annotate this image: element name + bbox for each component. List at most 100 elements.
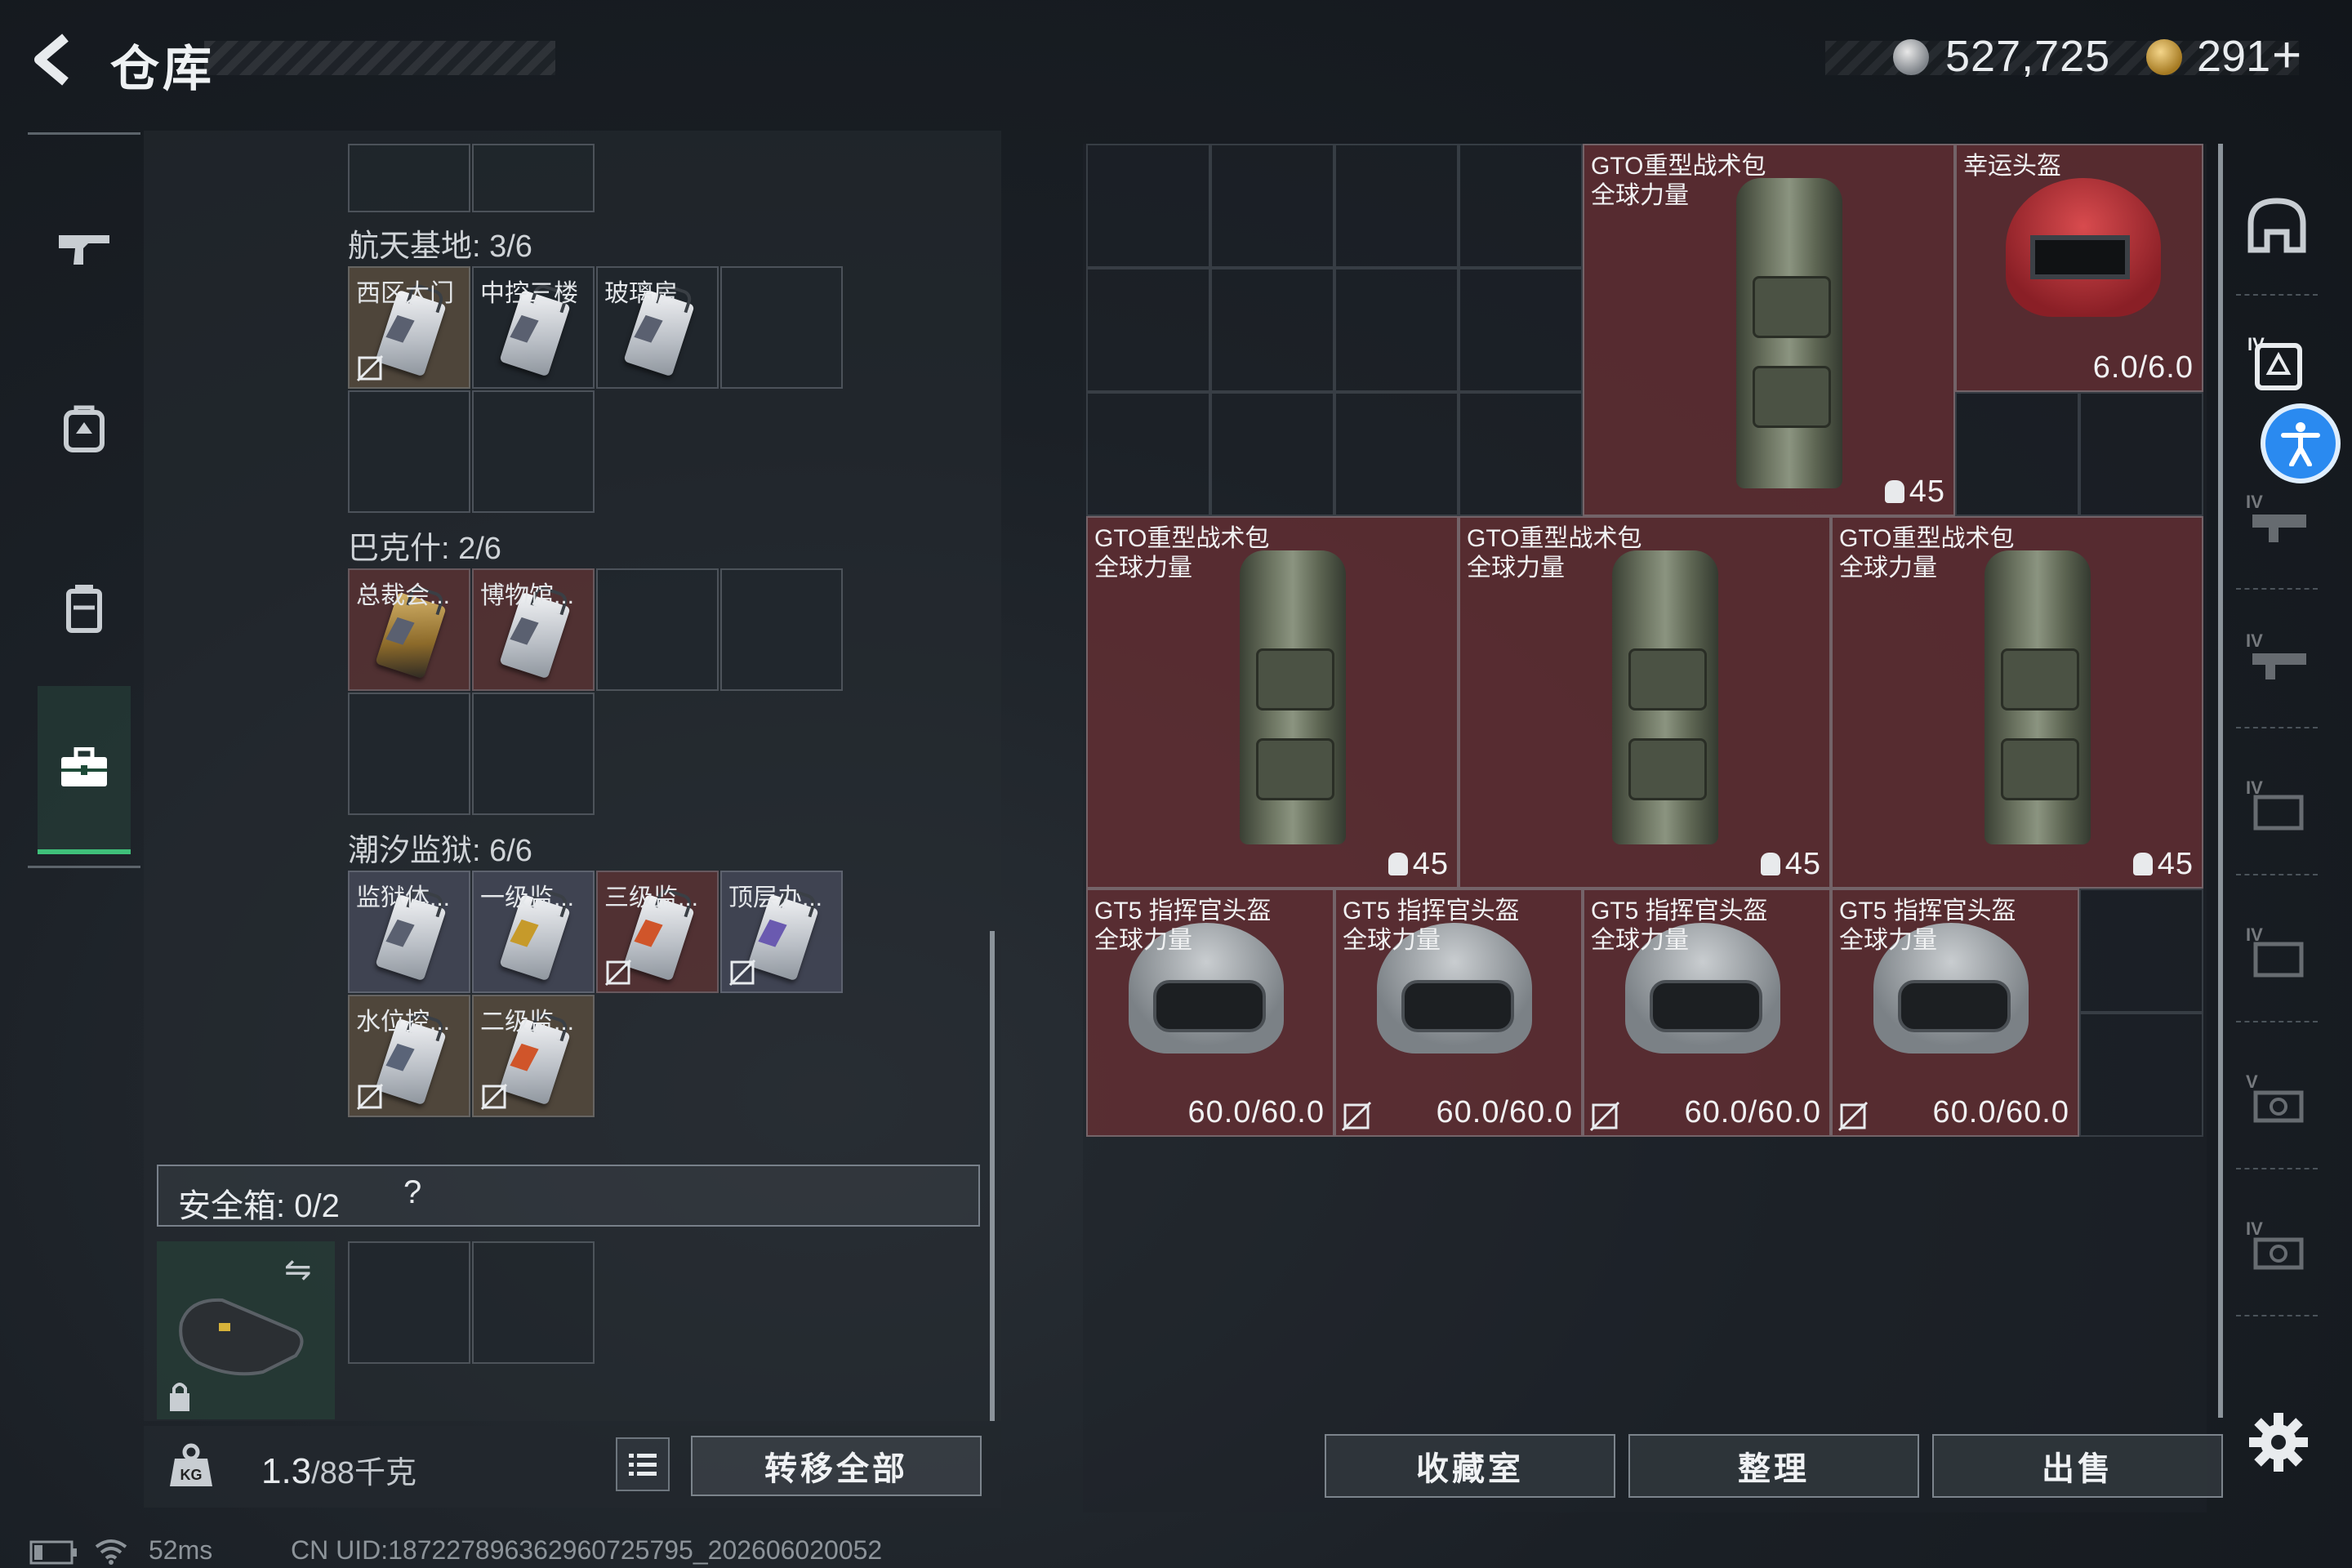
key-slot[interactable] [472, 390, 595, 513]
grid-cell[interactable] [1334, 392, 1459, 516]
weight-capacity: /88千克 [311, 1456, 416, 1490]
page-title: 仓库 [110, 42, 215, 96]
nav-divider [2236, 1315, 2318, 1318]
nav-vest[interactable] [38, 547, 131, 670]
nav-weapons[interactable] [38, 188, 131, 310]
collection-room-button[interactable]: 收藏室 [1325, 1434, 1615, 1498]
weight-readout: 1.3/88千克 [261, 1447, 416, 1492]
top-bar: 仓库 527,725 291 + [0, 0, 2352, 114]
nav-weapon-tier[interactable]: IV [2236, 457, 2318, 580]
camera-tier4-icon: IV [2246, 1218, 2304, 1270]
nav-camera-tier-2[interactable]: IV [2236, 1184, 2318, 1307]
no-bind-icon [728, 959, 756, 987]
toolbox-icon [61, 747, 107, 786]
gear-icon [2249, 1413, 2308, 1472]
grid-cell[interactable] [1086, 268, 1210, 392]
nav-helmet-slot[interactable] [2236, 163, 2318, 286]
grid-cell[interactable] [1955, 392, 2079, 516]
grid-cell[interactable] [1334, 268, 1459, 392]
safe-slot[interactable] [472, 1241, 595, 1364]
title-stripe [204, 41, 555, 75]
svg-text:IV: IV [2246, 492, 2263, 512]
nav-case-tier[interactable]: IV [2236, 743, 2318, 866]
grid-cell[interactable] [2079, 889, 2203, 1013]
organize-button[interactable]: 整理 [1628, 1434, 1919, 1498]
item-gt5-helmet[interactable]: GT5 指挥官头盔 全球力量 60.0/60.0 [1086, 889, 1334, 1137]
nav-tools[interactable] [38, 686, 131, 854]
nav-weapon-tier-2[interactable]: IV [2236, 596, 2318, 719]
nav-case-tier-2[interactable]: IV [2236, 890, 2318, 1013]
keycard-slot[interactable]: 总裁会... [348, 568, 470, 691]
section-label-aerospace: 航天基地: 3/6 [348, 229, 532, 264]
weapon-tier4-icon-2: IV [2246, 630, 2306, 679]
keycard-slot[interactable]: 中控三楼 [472, 266, 595, 389]
gun-icon [59, 235, 109, 265]
no-bind-icon [1838, 1101, 1869, 1132]
item-gto-backpack[interactable]: GTO重型战术包 全球力量 45 [1086, 516, 1459, 889]
nav-divider [2236, 1021, 2318, 1024]
key-slot[interactable] [472, 144, 595, 212]
safe-box-slot[interactable]: ⇋ [157, 1241, 335, 1419]
sell-button[interactable]: 出售 [1932, 1434, 2223, 1498]
item-gto-backpack[interactable]: GTO重型战术包 全球力量 45 [1583, 144, 1955, 516]
safe-slot[interactable] [348, 1241, 470, 1364]
add-currency-button[interactable]: + [2272, 26, 2301, 84]
keycard-slot[interactable]: 玻璃房 [596, 266, 719, 389]
right-scrollbar[interactable] [2218, 144, 2223, 1418]
grid-cell[interactable] [2079, 1013, 2203, 1137]
nav-armor[interactable] [38, 368, 131, 490]
key-slot[interactable] [348, 144, 470, 212]
keycard-slot[interactable]: 西区大门 [348, 266, 470, 389]
grid-cell[interactable] [1459, 144, 1583, 268]
list-icon [629, 1454, 657, 1476]
vest-icon [66, 585, 102, 633]
nav-divider [2236, 1168, 2318, 1171]
weight-value: 1.3 [261, 1451, 312, 1491]
keycard-slot[interactable]: 三级监... [596, 871, 719, 993]
case-tier4-icon-2: IV [2246, 924, 2304, 978]
grid-cell[interactable] [1210, 392, 1334, 516]
nav-divider [28, 866, 140, 868]
keycard-slot[interactable]: 监狱体... [348, 871, 470, 993]
help-icon[interactable]: ? [403, 1174, 421, 1211]
grid-cell[interactable] [1459, 268, 1583, 392]
item-gto-backpack[interactable]: GTO重型战术包 全球力量 45 [1831, 516, 2203, 889]
keycard-slot[interactable]: 顶层办... [720, 871, 843, 993]
grid-cell[interactable] [1334, 144, 1459, 268]
keycard-slot[interactable]: 二级监... [472, 995, 595, 1117]
grid-cell[interactable] [1210, 268, 1334, 392]
grid-cell[interactable] [1459, 392, 1583, 516]
swap-icon[interactable]: ⇋ [284, 1251, 312, 1289]
case-tier4-icon: IV [2246, 777, 2304, 831]
item-gt5-helmet[interactable]: GT5 指挥官头盔 全球力量 60.0/60.0 [1831, 889, 2079, 1137]
key-slot[interactable] [348, 693, 470, 815]
key-slot[interactable] [720, 266, 843, 389]
item-lucky-helmet[interactable]: 幸运头盔 6.0/6.0 [1955, 144, 2203, 392]
settings-button[interactable] [2246, 1410, 2311, 1475]
transfer-all-button[interactable]: 转移全部 [691, 1436, 982, 1496]
list-view-button[interactable] [616, 1437, 670, 1491]
key-slot[interactable] [348, 390, 470, 513]
keycard-slot[interactable]: 一级监... [472, 871, 595, 993]
keycard-slot[interactable]: 水位控... [348, 995, 470, 1117]
nav-camera-tier[interactable]: V [2236, 1037, 2318, 1160]
nav-divider [28, 132, 140, 135]
key-slot[interactable] [472, 693, 595, 815]
nav-divider [2236, 727, 2318, 730]
item-gt5-helmet[interactable]: GT5 指挥官头盔 全球力量 60.0/60.0 [1583, 889, 1831, 1137]
no-bind-icon [1589, 1101, 1620, 1132]
keycard-slot[interactable]: 博物馆... [472, 568, 595, 691]
ping: 52ms [149, 1535, 213, 1565]
back-icon[interactable] [24, 31, 82, 88]
grid-cell[interactable] [1210, 144, 1334, 268]
nav-divider [2236, 588, 2318, 591]
grid-cell[interactable] [1086, 144, 1210, 268]
key-slot[interactable] [720, 568, 843, 691]
key-slot[interactable] [596, 568, 719, 691]
left-scrollbar[interactable] [990, 931, 995, 1421]
item-gt5-helmet[interactable]: GT5 指挥官头盔 全球力量 60.0/60.0 [1334, 889, 1583, 1137]
stash-grid: GTO重型战术包 全球力量 45 幸运头盔 6.0/6.0 GTO重型战术包 全球力… [1086, 144, 2207, 1140]
grid-cell[interactable] [2079, 392, 2203, 516]
item-gto-backpack[interactable]: GTO重型战术包 全球力量 45 [1459, 516, 1831, 889]
grid-cell[interactable] [1086, 392, 1210, 516]
